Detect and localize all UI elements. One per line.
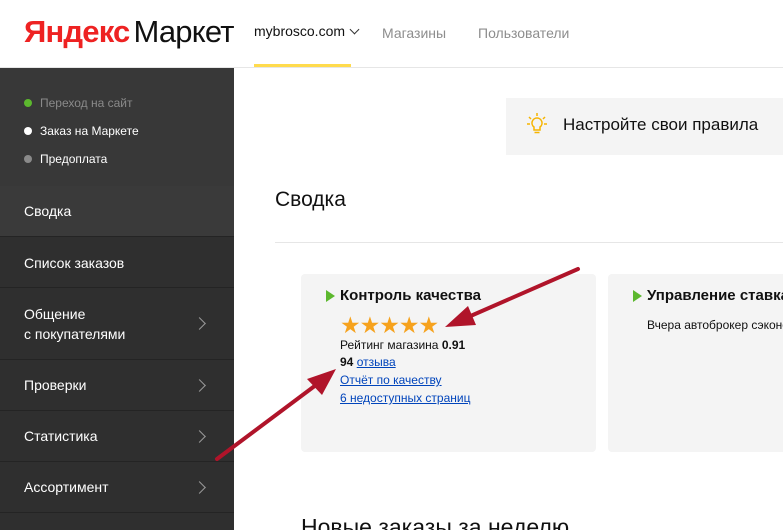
page-title: Сводка bbox=[275, 188, 346, 211]
broker-card-text: Вчера автоброкер сэкономил bbox=[647, 318, 783, 332]
logo-brand: Яндекс bbox=[24, 14, 130, 49]
sidebar-item-label: Ассортимент bbox=[24, 479, 109, 495]
status-site-visit: Переход на сайт bbox=[24, 96, 133, 110]
sidebar-item-label: Список заказов bbox=[24, 255, 125, 271]
green-arrow-icon bbox=[326, 290, 335, 302]
sidebar: Переход на сайт Заказ на Маркете Предопл… bbox=[0, 68, 234, 530]
sidebar-item-label: Статистика bbox=[24, 428, 98, 444]
sidebar-item-orders[interactable]: Список заказов bbox=[0, 237, 234, 288]
logo-product: Маркет bbox=[133, 14, 234, 49]
weekly-orders-title: Новые заказы за неделю bbox=[301, 514, 570, 530]
sidebar-item-label: Общение bbox=[24, 306, 86, 322]
status-prepayment: Предоплата bbox=[24, 152, 107, 166]
shop-selector-label: mybrosco.com bbox=[254, 23, 346, 39]
chevron-right-icon bbox=[193, 481, 206, 494]
green-dot-icon bbox=[24, 99, 32, 107]
chevron-down-icon bbox=[349, 24, 360, 35]
quality-card-title[interactable]: Контроль качества bbox=[340, 287, 481, 304]
gray-dot-icon bbox=[24, 155, 32, 163]
chevron-right-icon bbox=[193, 317, 206, 330]
reviews-count: 94 bbox=[340, 355, 354, 369]
green-arrow-icon bbox=[633, 290, 642, 302]
broker-card-title[interactable]: Управление ставками bbox=[647, 287, 783, 304]
shop-rating: Рейтинг магазина 0.91 bbox=[340, 338, 465, 352]
banner-text: Настройте свои правила bbox=[563, 115, 759, 134]
active-tab-underline bbox=[254, 64, 351, 67]
page: Яндекс Маркет mybrosco.com Магазины Польз… bbox=[0, 0, 783, 530]
sidebar-item-messages[interactable]: Общение с покупателями bbox=[0, 288, 234, 360]
sidebar-item-statistics[interactable]: Статистика bbox=[0, 411, 234, 462]
sidebar-item-label: Сводка bbox=[24, 203, 72, 219]
sidebar-item-checks[interactable]: Проверки bbox=[0, 360, 234, 411]
reviews-link[interactable]: отзыва bbox=[357, 355, 396, 369]
shop-selector[interactable]: mybrosco.com bbox=[254, 23, 360, 39]
tip-banner[interactable]: Настройте свои правила bbox=[506, 98, 783, 155]
sidebar-item-label: Проверки bbox=[24, 377, 87, 393]
white-dot-icon bbox=[24, 127, 32, 135]
sidebar-item-summary[interactable]: Сводка bbox=[0, 186, 234, 237]
sidebar-item-label-line2: с покупателями bbox=[24, 326, 126, 342]
yandex-market-logo[interactable]: Яндекс Маркет bbox=[24, 14, 234, 50]
quality-report-link[interactable]: Отчёт по качеству bbox=[340, 373, 442, 387]
lightbulb-icon bbox=[527, 113, 547, 134]
top-header: Яндекс Маркет mybrosco.com Магазины Польз… bbox=[0, 0, 783, 68]
chevron-right-icon bbox=[193, 379, 206, 392]
rating-label: Рейтинг магазина bbox=[340, 338, 439, 352]
status-label: Предоплата bbox=[40, 152, 108, 166]
sidebar-item-assortment[interactable]: Ассортимент bbox=[0, 462, 234, 513]
divider bbox=[275, 242, 783, 243]
order-status-legend: Переход на сайт Заказ на Маркете Предопл… bbox=[0, 68, 234, 186]
chevron-right-icon bbox=[193, 430, 206, 443]
rating-value: 0.91 bbox=[441, 338, 466, 352]
rating-stars: ★★★★★ bbox=[340, 312, 439, 338]
status-label: Переход на сайт bbox=[40, 96, 133, 110]
status-label: Заказ на Маркете bbox=[40, 124, 139, 138]
status-market-order: Заказ на Маркете bbox=[24, 124, 139, 138]
unavailable-pages-link[interactable]: 6 недоступных страниц bbox=[340, 391, 470, 405]
nav-shops[interactable]: Магазины bbox=[382, 25, 446, 41]
nav-users[interactable]: Пользователи bbox=[478, 25, 569, 41]
reviews-line: 94 отзыва bbox=[340, 355, 396, 369]
